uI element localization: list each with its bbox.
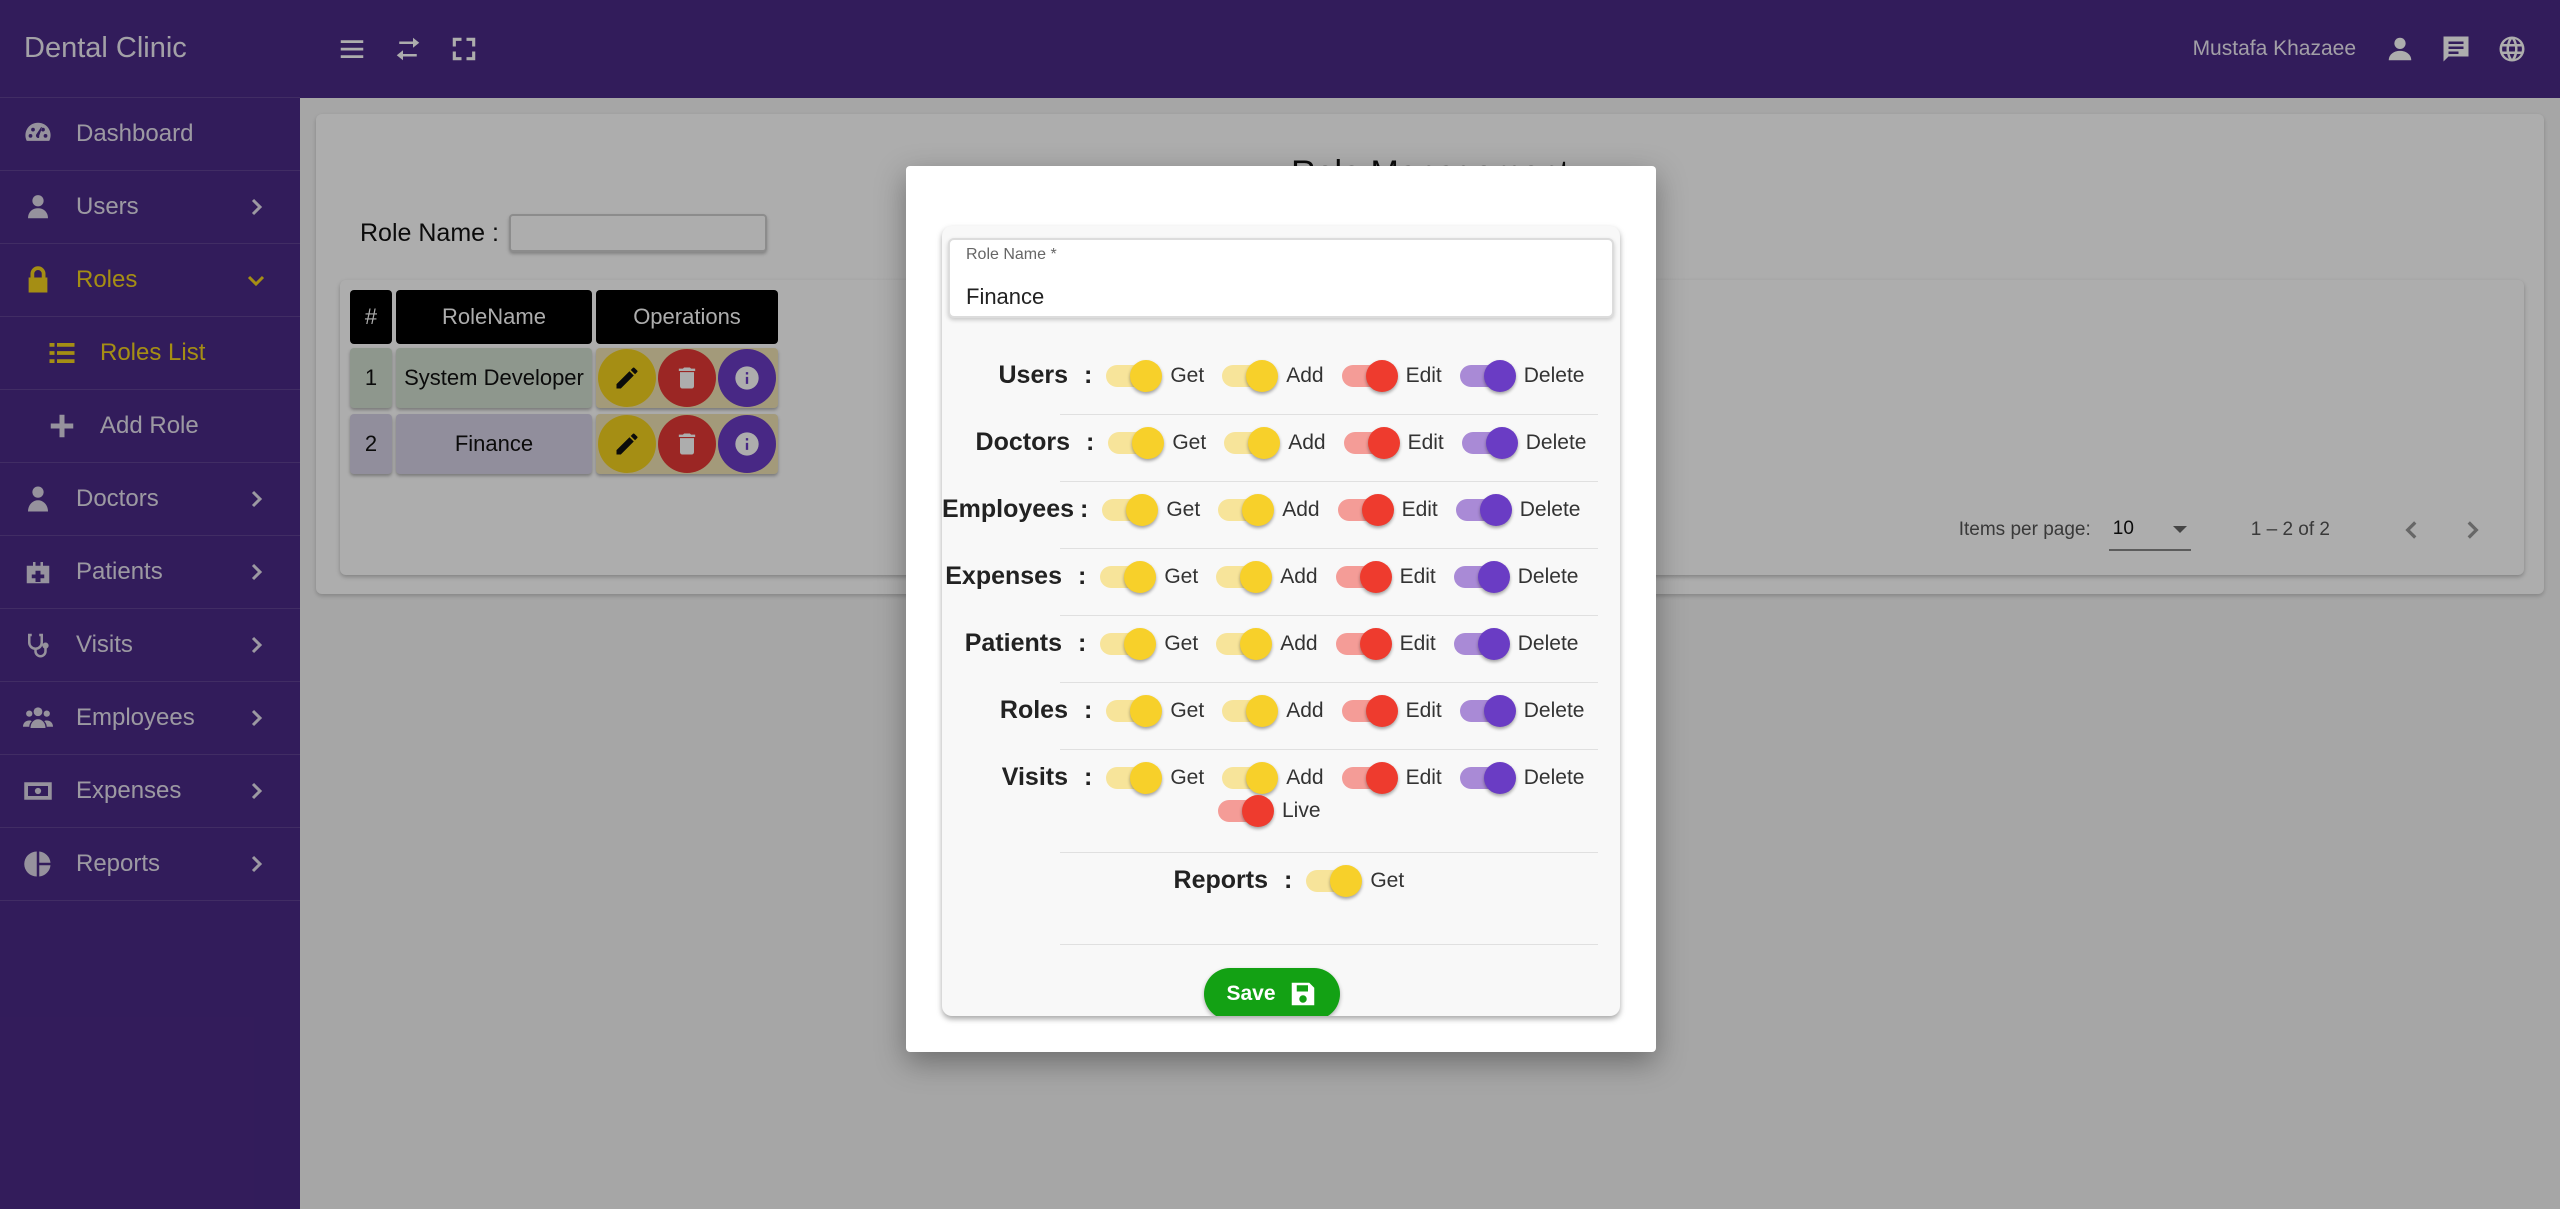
divider xyxy=(1060,615,1598,616)
permission-row-expenses: Expenses : Get Add Edit Delete xyxy=(942,560,1620,593)
modal-backdrop-side[interactable] xyxy=(0,98,300,1209)
toggle-doctors-get[interactable]: Get xyxy=(1108,426,1206,459)
permission-row-users: Users : Get Add Edit Delete xyxy=(942,359,1620,392)
toggle-visits-live[interactable]: Live xyxy=(1218,795,1321,827)
toggle-roles-delete[interactable]: Delete xyxy=(1459,694,1584,727)
toggle-users-delete[interactable]: Delete xyxy=(1459,359,1584,392)
toggle-visits-delete[interactable]: Delete xyxy=(1459,761,1584,794)
permission-row-reports: Reports : Get xyxy=(942,864,1620,897)
edit-role-dialog: Role Name * Finance Users : Get Add Edit… xyxy=(906,166,1656,1052)
toggle-doctors-edit[interactable]: Edit xyxy=(1343,426,1444,459)
toggle-visits-get[interactable]: Get xyxy=(1106,761,1204,794)
divider xyxy=(1060,749,1598,750)
permission-label: Visits xyxy=(1001,763,1068,791)
toggle-reports-get[interactable]: Get xyxy=(1306,864,1404,897)
toggle-roles-edit[interactable]: Edit xyxy=(1341,694,1442,727)
divider xyxy=(1060,944,1598,945)
role-form-card: Role Name * Finance Users : Get Add Edit… xyxy=(942,226,1620,1016)
permission-label: Users xyxy=(998,361,1069,389)
toggle-patients-edit[interactable]: Edit xyxy=(1335,627,1436,660)
toggle-roles-add[interactable]: Add xyxy=(1222,694,1324,727)
floppy-disk-icon xyxy=(1291,982,1314,1006)
permission-row-employees: Employees : Get Add Edit Delete xyxy=(942,493,1620,526)
divider xyxy=(1060,481,1598,482)
toggle-users-add[interactable]: Add xyxy=(1222,359,1324,392)
toggle-employees-delete[interactable]: Delete xyxy=(1455,493,1580,526)
permission-row-patients: Patients : Get Add Edit Delete xyxy=(942,627,1620,660)
toggle-employees-add[interactable]: Add xyxy=(1218,493,1320,526)
permission-colon: : xyxy=(1078,629,1087,657)
permission-colon: : xyxy=(1078,562,1087,590)
permission-colon: : xyxy=(1084,361,1093,389)
permission-colon: : xyxy=(1284,866,1293,894)
divider xyxy=(1060,548,1598,549)
toggle-patients-add[interactable]: Add xyxy=(1216,627,1318,660)
permission-label: Reports xyxy=(1173,866,1268,894)
role-name-field[interactable]: Role Name * Finance xyxy=(948,238,1614,318)
modal-backdrop-top[interactable] xyxy=(0,0,2560,98)
toggle-visits-edit[interactable]: Edit xyxy=(1341,761,1442,794)
permission-label: Patients xyxy=(964,629,1062,657)
toggle-employees-edit[interactable]: Edit xyxy=(1337,493,1438,526)
toggle-expenses-edit[interactable]: Edit xyxy=(1335,560,1436,593)
toggle-expenses-delete[interactable]: Delete xyxy=(1453,560,1578,593)
toggle-expenses-add[interactable]: Add xyxy=(1216,560,1318,593)
toggle-patients-get[interactable]: Get xyxy=(1100,627,1198,660)
save-button-label: Save xyxy=(1226,982,1276,1005)
permission-row-doctors: Doctors : Get Add Edit Delete xyxy=(942,426,1620,459)
toggle-users-edit[interactable]: Edit xyxy=(1341,359,1442,392)
permission-colon: : xyxy=(1080,495,1089,523)
toggle-doctors-delete[interactable]: Delete xyxy=(1461,426,1586,459)
toggle-expenses-get[interactable]: Get xyxy=(1100,560,1198,593)
permission-row-roles: Roles : Get Add Edit Delete xyxy=(942,694,1620,727)
permission-colon: : xyxy=(1084,696,1093,724)
toggle-doctors-add[interactable]: Add xyxy=(1224,426,1326,459)
divider xyxy=(1060,682,1598,683)
permission-label: Roles xyxy=(999,696,1068,724)
permission-label: Employees xyxy=(942,495,1075,523)
permission-label: Doctors xyxy=(975,428,1070,456)
permission-colon: : xyxy=(1084,763,1093,791)
role-name-field-label: Role Name * xyxy=(966,246,1057,263)
permission-colon: : xyxy=(1086,428,1095,456)
divider xyxy=(1060,414,1598,415)
toggle-employees-get[interactable]: Get xyxy=(1102,493,1200,526)
toggle-visits-add[interactable]: Add xyxy=(1222,761,1324,794)
save-button[interactable]: Save xyxy=(1204,968,1340,1016)
permission-label: Expenses xyxy=(945,562,1062,590)
divider xyxy=(1060,852,1598,853)
permission-row-visits: Visits : Get Add Edit Delete xyxy=(942,761,1620,794)
toggle-users-get[interactable]: Get xyxy=(1106,359,1204,392)
toggle-roles-get[interactable]: Get xyxy=(1106,694,1204,727)
permission-row-visits-extra: Live xyxy=(942,795,1620,827)
toggle-patients-delete[interactable]: Delete xyxy=(1453,627,1578,660)
role-name-field-value: Finance xyxy=(966,284,1045,309)
